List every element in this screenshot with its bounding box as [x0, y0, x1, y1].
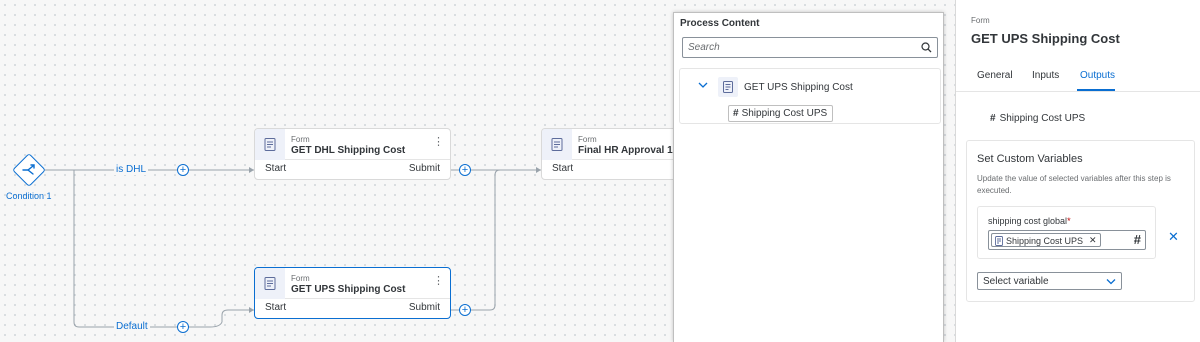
search-icon[interactable]	[921, 42, 932, 53]
active-tab-indicator	[1077, 89, 1115, 91]
add-step-button[interactable]: +	[177, 164, 189, 176]
card-start-label: Start	[265, 302, 287, 313]
panel-tabs: General Inputs Outputs	[956, 60, 1200, 92]
add-step-button[interactable]: +	[459, 304, 471, 316]
custom-variables-section: Set Custom Variables Update the value of…	[966, 140, 1195, 302]
form-icon	[255, 268, 285, 299]
number-type-icon: #	[733, 108, 739, 119]
branch-icon	[22, 164, 35, 175]
tab-outputs[interactable]: Outputs	[1080, 70, 1115, 81]
card-submit-label: Submit	[408, 163, 440, 174]
process-content-popover: Process Content GET UPS Shipping Cost #S…	[673, 12, 944, 342]
value-input[interactable]: Shipping Cost UPS ✕ #	[988, 230, 1146, 250]
card-header: Form Final HR Approval 1	[542, 129, 680, 160]
number-type-icon: #	[1133, 232, 1141, 247]
remove-token-icon[interactable]: ✕	[1089, 235, 1097, 246]
select-variable-dropdown[interactable]: Select variable	[977, 272, 1122, 290]
card-type: Form	[578, 135, 597, 144]
form-icon	[995, 235, 1003, 246]
output-variable-label: Shipping Cost UPS	[999, 113, 1086, 124]
search-input[interactable]	[683, 38, 908, 57]
form-icon	[542, 129, 572, 160]
tree-variable-item[interactable]: # Shipping Cost UPS	[728, 105, 834, 122]
delete-assignment-icon[interactable]: ✕	[1168, 229, 1179, 245]
card-header: Form GET UPS Shipping Cost ⋮	[255, 268, 450, 299]
card-type: Form	[291, 274, 310, 283]
popover-title: Process Content	[680, 18, 760, 29]
tree-form-name[interactable]: GET UPS Shipping Cost	[744, 82, 853, 93]
card-submit-label: Submit	[408, 302, 440, 313]
variable-label: Shipping Cost UPS	[741, 108, 828, 119]
number-type-icon: #	[990, 113, 996, 124]
form-step-card-selected[interactable]: Form GET UPS Shipping Cost ⋮ Start Submi…	[254, 267, 451, 319]
field-label: shipping cost global*	[988, 216, 1071, 226]
more-options-icon[interactable]: ⋮	[433, 276, 444, 287]
condition-node[interactable]	[12, 153, 46, 187]
panel-step-type: Form	[971, 16, 990, 25]
card-title: Final HR Approval 1	[578, 145, 673, 156]
card-start-label: Start	[265, 163, 287, 174]
variable-assignment: shipping cost global* Shipping Cost UPS …	[977, 206, 1156, 259]
value-token[interactable]: Shipping Cost UPS ✕	[991, 233, 1101, 247]
card-title: GET DHL Shipping Cost	[291, 145, 406, 156]
card-type: Form	[291, 135, 310, 144]
field-label-text: shipping cost global	[988, 216, 1068, 226]
section-title: Set Custom Variables	[977, 153, 1083, 165]
wire-label-is-dhl: is DHL	[114, 164, 149, 175]
tab-inputs[interactable]: Inputs	[1032, 70, 1059, 81]
section-description: Update the value of selected variables a…	[977, 174, 1171, 195]
card-start-label: Start	[552, 163, 574, 174]
form-icon	[718, 77, 738, 97]
more-options-icon[interactable]: ⋮	[433, 137, 444, 148]
chevron-down-icon[interactable]	[1106, 278, 1116, 285]
condition-label: Condition 1	[6, 191, 52, 201]
form-icon	[255, 129, 285, 160]
required-marker: *	[1067, 216, 1071, 226]
panel-title: GET UPS Shipping Cost	[971, 31, 1120, 46]
tab-general[interactable]: General	[977, 70, 1013, 81]
card-header: Form GET DHL Shipping Cost ⋮	[255, 129, 450, 160]
add-step-button[interactable]: +	[177, 321, 189, 333]
select-placeholder: Select variable	[983, 276, 1049, 287]
content-tree: GET UPS Shipping Cost # Shipping Cost UPS	[679, 68, 941, 124]
wire-label-default: Default	[114, 321, 150, 332]
card-title: GET UPS Shipping Cost	[291, 284, 406, 295]
search-field[interactable]	[682, 37, 938, 58]
form-step-card[interactable]: Form Final HR Approval 1 Start	[541, 128, 681, 180]
form-step-card[interactable]: Form GET DHL Shipping Cost ⋮ Start Submi…	[254, 128, 451, 180]
properties-panel: Form GET UPS Shipping Cost General Input…	[955, 0, 1200, 342]
token-label: Shipping Cost UPS	[1006, 235, 1084, 246]
add-step-button[interactable]: +	[459, 164, 471, 176]
output-variable: # Shipping Cost UPS	[990, 113, 1085, 124]
chevron-down-icon[interactable]	[698, 81, 708, 89]
